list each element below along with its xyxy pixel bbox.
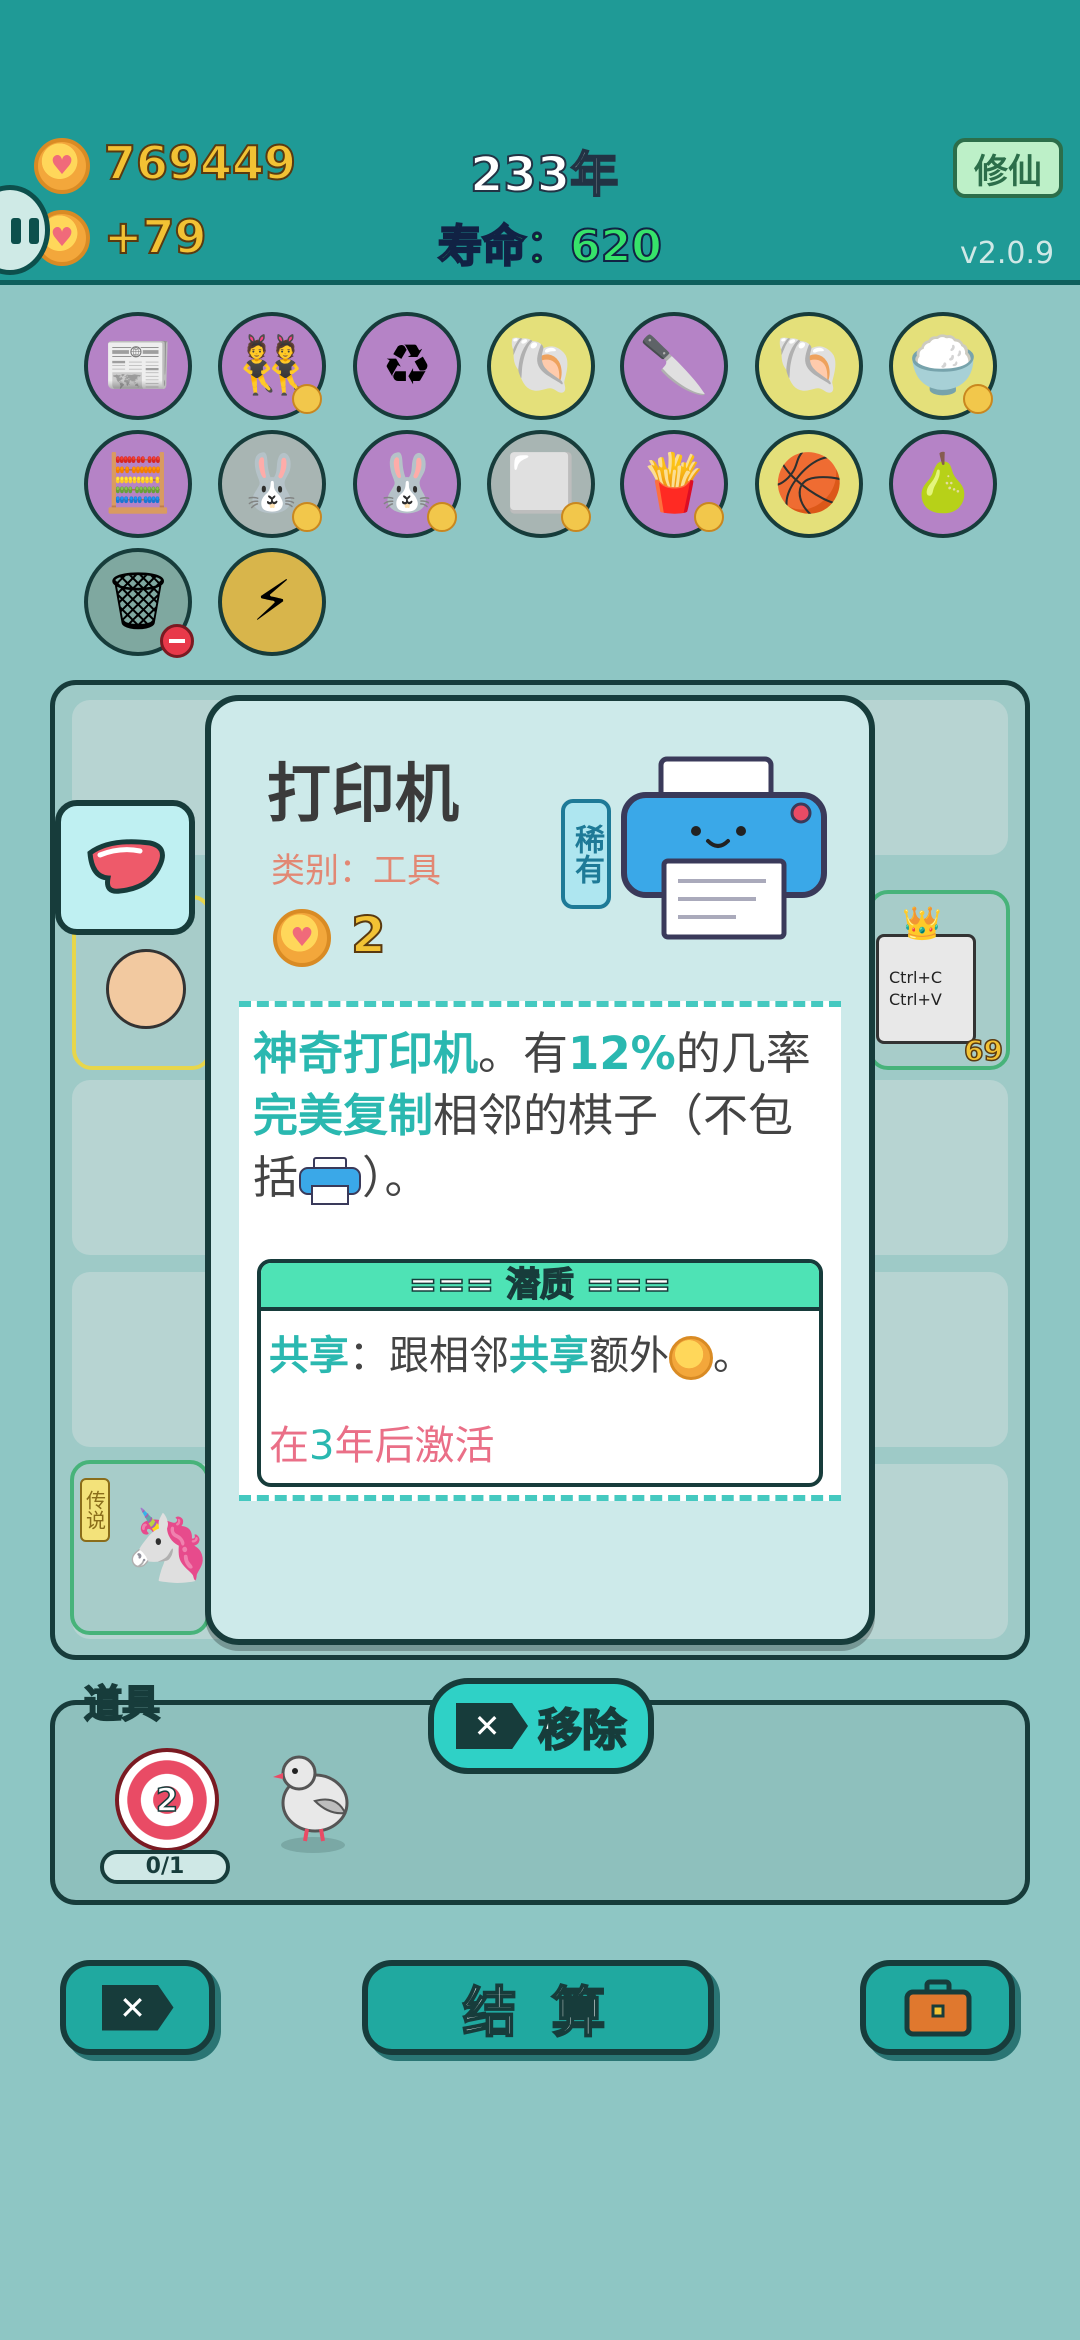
xiuxian-button[interactable]: 修仙 [953,138,1063,198]
liver-button[interactable] [55,800,195,935]
briefcase-icon [904,1979,971,2036]
target-item-count: 2 [155,1780,179,1820]
discard-button[interactable]: ✕ [60,1960,215,2055]
close-icon: ✕ [101,1984,174,2031]
symbol-time-magazine[interactable]: 📰 [84,312,192,420]
items-label: 道具 [83,1681,161,1727]
time-magazine-icon: 📰 [103,333,173,398]
heart-badge-icon [694,502,724,532]
description-panel: 神奇打印机。有12%的几率完美复制相邻的棋子（不包括）。 === 潜质 === … [239,1001,841,1501]
crown-icon: 👑 [902,904,942,942]
symbol-detail-popup: 打印机 类别：工具 ♥ 2 稀有 神奇打印机。有12%的几率完美复制相邻的棋子（… [205,695,875,1645]
settle-button[interactable]: 结 算 [362,1960,714,2055]
popup-title: 打印机 [267,758,459,832]
pigeon-icon [273,1755,349,1853]
printer-icon [621,756,827,940]
pigeon-item[interactable] [265,1745,365,1855]
symbol-basketballs[interactable]: 🏀 [755,430,863,538]
rabbit-2-icon: 🐰 [372,451,442,516]
popup-category: 类别：工具 [271,851,441,891]
remove-button-label: 移除 [537,1704,627,1757]
potential-effect: 共享：跟相邻共享额外。 [269,1333,753,1380]
potential-activation: 在3年后激活 [269,1423,495,1469]
coin-icon: ♥ [273,909,331,967]
symbol-shell-2[interactable]: 🐚 [755,312,863,420]
remove-button[interactable]: ✕ 移除 [428,1678,654,1774]
shell-icon: 🐚 [506,333,576,398]
copy-card-count: 69 [963,1033,1003,1068]
heart-badge-icon [561,502,591,532]
board-card-unicorn[interactable]: 传说 🦄 [70,1460,212,1635]
settle-button-label: 结 算 [462,1980,614,2045]
coin-total: 769449 [103,135,297,191]
lightning-icon: ⚡ [252,569,292,634]
target-progress: 0/1 [100,1850,230,1884]
target-progress-text: 0/1 [145,1854,185,1879]
popup-description: 神奇打印机。有12%的几率完美复制相邻的棋子（不包括）。 [253,1027,811,1205]
copy-line-1: Ctrl+C [889,968,943,987]
math-genius-icon: 🧮 [103,451,173,516]
symbol-cleaver[interactable]: 🔪 [620,312,728,420]
twins-icon: 👯 [237,333,307,398]
version-label: v2.0.9 [960,236,1055,271]
symbol-lightning[interactable]: ⚡ [218,548,326,656]
symbol-shell[interactable]: 🐚 [487,312,595,420]
heart-badge-icon [292,384,322,414]
cleaver-icon: 🔪 [639,333,709,398]
symbol-math-genius[interactable]: 🧮 [84,430,192,538]
remove-badge-icon[interactable] [160,624,194,658]
basketballs-icon: 🏀 [774,451,844,516]
unicorn-icon: 🦄 [124,1504,212,1586]
year-counter: 233年 [469,146,619,204]
symbol-guava[interactable]: 🍐 [889,430,997,538]
legend-tag: 传说 [80,1478,110,1542]
coin-income: +79 [103,209,208,265]
recycle-icon: ♻ [381,333,433,398]
guava-icon: 🍐 [908,451,978,516]
fries-icon: 🍟 [639,451,709,516]
top-bar: ♥ 769449 ♥ +79 233年 寿命：620 修仙 v2.0.9 [0,0,1080,285]
lifespan-counter: 寿命：620 [437,220,663,273]
rarity-tag: 稀有 [561,799,611,909]
potential-header: === 潜质 === [261,1263,819,1311]
coin-icon [669,1336,713,1380]
potential-box: === 潜质 === 共享：跟相邻共享额外。 在3年后激活 [257,1259,823,1487]
garbage-bag-icon: 🗑 [102,569,174,634]
inventory-button[interactable] [860,1960,1015,2055]
rice-bowl-icon: 🍚 [908,333,978,398]
sugar-cubes-icon: ⬜ [506,451,576,516]
rabbit-icon: 🐰 [237,451,307,516]
coin-icon: ♥ [34,138,90,194]
popup-value: 2 [350,905,387,965]
liver-icon [87,838,165,894]
symbol-recycle[interactable]: ♻ [353,312,461,420]
heart-badge-icon [292,502,322,532]
copy-line-2: Ctrl+V [889,990,942,1009]
close-icon: ✕ [456,1703,528,1749]
shell-2-icon: 🐚 [774,333,844,398]
heart-badge-icon [427,502,457,532]
heart-badge-icon [963,384,993,414]
printer-mini-icon [299,1157,362,1205]
board-card-copy[interactable]: Ctrl+C Ctrl+V 👑 69 [868,890,1010,1070]
target-item[interactable]: 2 [115,1748,219,1852]
